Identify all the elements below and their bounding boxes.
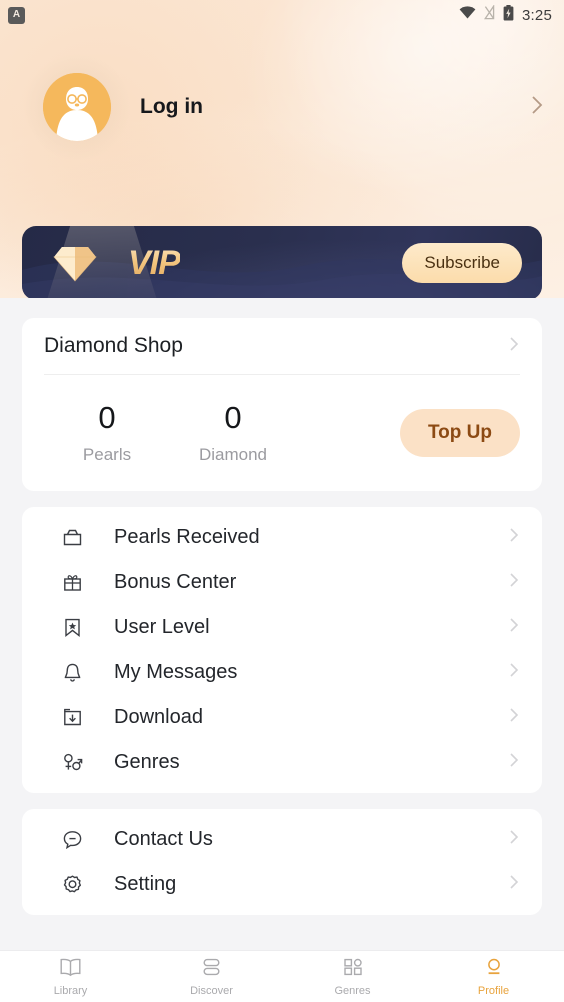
- nav-tab-genres[interactable]: Genres: [282, 951, 423, 1002]
- diamond-shop-card: Diamond Shop 0 Pearls 0 Diamond Top Up: [22, 318, 542, 491]
- signal-off-icon: [483, 4, 495, 25]
- chevron-right-icon[interactable]: [508, 705, 520, 730]
- bell-icon: [60, 661, 84, 685]
- nav-label: Library: [53, 984, 88, 997]
- grid-icon: [342, 957, 364, 982]
- menu-item-bonus-center[interactable]: Bonus Center: [22, 560, 542, 605]
- menu-item-user-level[interactable]: User Level: [22, 605, 542, 650]
- login-chevron-icon[interactable]: [530, 93, 544, 122]
- wifi-icon: [459, 6, 476, 24]
- diamond-value: 0: [224, 400, 242, 436]
- nav-label: Discover: [190, 984, 233, 997]
- notification-app-icon-letter: A: [12, 9, 21, 20]
- wallet-icon: [60, 526, 84, 550]
- discover-icon: [200, 957, 223, 982]
- menu-label: Genres: [114, 751, 180, 773]
- stat-diamond: 0 Diamond: [170, 401, 296, 464]
- nav-tab-profile[interactable]: Profile: [423, 951, 564, 1002]
- nav-label: Profile: [477, 984, 510, 997]
- gender-symbols-icon: [60, 751, 84, 775]
- login-row[interactable]: Log in: [0, 54, 564, 160]
- bookmark-star-icon: [60, 616, 84, 640]
- menu-item-contact-us[interactable]: Contact Us: [22, 817, 542, 862]
- top-up-button[interactable]: Top Up: [399, 409, 520, 457]
- diamond-label: Diamond: [198, 444, 268, 464]
- menu-item-pearls-received[interactable]: Pearls Received: [22, 515, 542, 560]
- notification-app-icon: A: [8, 6, 25, 24]
- menu-item-setting[interactable]: Setting: [22, 862, 542, 907]
- avatar[interactable]: [43, 73, 111, 141]
- download-folder-icon: [60, 706, 84, 730]
- battery-charging-icon: [503, 4, 514, 26]
- nav-label: Genres: [334, 984, 371, 997]
- diamond-shop-stats: 0 Pearls 0 Diamond Top Up: [22, 375, 542, 491]
- diamond-shop-header[interactable]: Diamond Shop: [22, 318, 542, 374]
- diamond-shop-chevron-icon[interactable]: [508, 334, 520, 359]
- pearls-value: 0: [98, 400, 116, 436]
- chevron-right-icon[interactable]: [508, 750, 520, 775]
- nav-tab-library[interactable]: Library: [0, 951, 141, 1002]
- menu-item-genres[interactable]: Genres: [22, 740, 542, 785]
- status-bar-right: 3:25: [459, 4, 552, 26]
- profile-icon: [483, 957, 505, 982]
- content-area: Diamond Shop 0 Pearls 0 Diamond Top Up P…: [0, 298, 564, 952]
- chevron-right-icon[interactable]: [508, 827, 520, 852]
- status-bar-clock: 3:25: [522, 6, 552, 24]
- diamond-shop-title: Diamond Shop: [44, 334, 183, 357]
- chevron-right-icon[interactable]: [508, 872, 520, 897]
- avatar-container[interactable]: [24, 54, 130, 160]
- menu-item-my-messages[interactable]: My Messages: [22, 650, 542, 695]
- nav-tab-discover[interactable]: Discover: [141, 951, 282, 1002]
- chevron-right-icon[interactable]: [508, 615, 520, 640]
- menu-label: Download: [114, 706, 203, 728]
- vip-banner[interactable]: VIP Subscribe: [22, 226, 542, 300]
- diamond-gem-icon: [52, 243, 98, 283]
- stat-pearls: 0 Pearls: [44, 401, 170, 464]
- secondary-menu-card: Contact Us Setting: [22, 809, 542, 915]
- vip-logo: VIP: [128, 243, 181, 282]
- chevron-right-icon[interactable]: [508, 660, 520, 685]
- menu-label: Setting: [114, 873, 177, 895]
- book-icon: [59, 957, 82, 982]
- status-bar: A 3:25: [0, 0, 564, 30]
- avatar-person-icon: [43, 73, 111, 141]
- chevron-right-icon[interactable]: [508, 570, 520, 595]
- menu-item-download[interactable]: Download: [22, 695, 542, 740]
- menu-label: User Level: [114, 616, 210, 638]
- bottom-navigation: Library Discover Genres Profile: [0, 950, 564, 1002]
- primary-menu-card: Pearls Received Bonus Center User Level: [22, 507, 542, 793]
- login-label: Log in: [140, 95, 203, 118]
- pearls-label: Pearls: [82, 444, 132, 464]
- menu-label: Pearls Received: [114, 526, 260, 548]
- gear-icon: [60, 873, 84, 897]
- menu-label: Bonus Center: [114, 571, 237, 593]
- menu-label: My Messages: [114, 661, 238, 683]
- subscribe-button[interactable]: Subscribe: [402, 243, 522, 283]
- chevron-right-icon[interactable]: [508, 525, 520, 550]
- gift-icon: [60, 571, 84, 595]
- menu-label: Contact Us: [114, 828, 213, 850]
- chat-bubble-icon: [60, 828, 84, 852]
